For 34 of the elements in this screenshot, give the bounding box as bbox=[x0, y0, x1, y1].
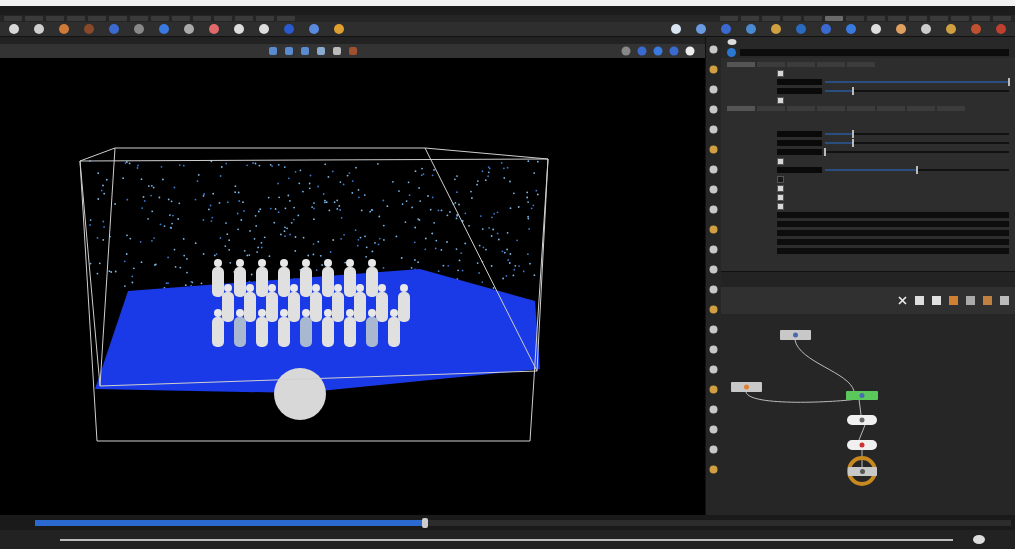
display-flag-ring bbox=[847, 456, 877, 486]
node-name-field[interactable] bbox=[740, 49, 1009, 57]
input-field[interactable] bbox=[777, 140, 822, 146]
input-field[interactable] bbox=[777, 88, 822, 94]
input-field[interactable] bbox=[777, 212, 1009, 218]
checkbox[interactable] bbox=[777, 202, 784, 210]
input-field[interactable] bbox=[777, 149, 822, 155]
network-node[interactable] bbox=[846, 391, 878, 400]
input-field[interactable] bbox=[777, 230, 1009, 236]
node-type-icon bbox=[727, 48, 736, 58]
close-icon[interactable] bbox=[898, 296, 907, 305]
checkbox[interactable] bbox=[777, 184, 784, 192]
timeline-bar[interactable] bbox=[35, 519, 1011, 526]
network-node[interactable] bbox=[731, 382, 762, 392]
input-field[interactable] bbox=[777, 248, 1009, 254]
input-field[interactable] bbox=[777, 221, 1009, 227]
network-node[interactable] bbox=[847, 415, 877, 425]
checkbox[interactable] bbox=[777, 96, 784, 104]
input-field[interactable] bbox=[777, 167, 822, 173]
checkbox[interactable] bbox=[777, 157, 784, 165]
slider-thumb[interactable] bbox=[851, 87, 854, 95]
checkbox[interactable] bbox=[777, 69, 784, 77]
slider-thumb[interactable] bbox=[851, 139, 854, 147]
network-node[interactable] bbox=[780, 330, 811, 340]
checkbox[interactable] bbox=[777, 193, 784, 201]
checkbox[interactable] bbox=[777, 175, 784, 183]
input-field[interactable] bbox=[777, 79, 822, 85]
network-node[interactable] bbox=[848, 467, 877, 476]
input-field[interactable] bbox=[777, 131, 822, 137]
circle-icon[interactable] bbox=[685, 46, 695, 56]
input-field[interactable] bbox=[777, 239, 1009, 245]
playhead[interactable] bbox=[422, 517, 429, 528]
slider-thumb[interactable] bbox=[851, 130, 854, 138]
network-node[interactable] bbox=[847, 440, 877, 450]
